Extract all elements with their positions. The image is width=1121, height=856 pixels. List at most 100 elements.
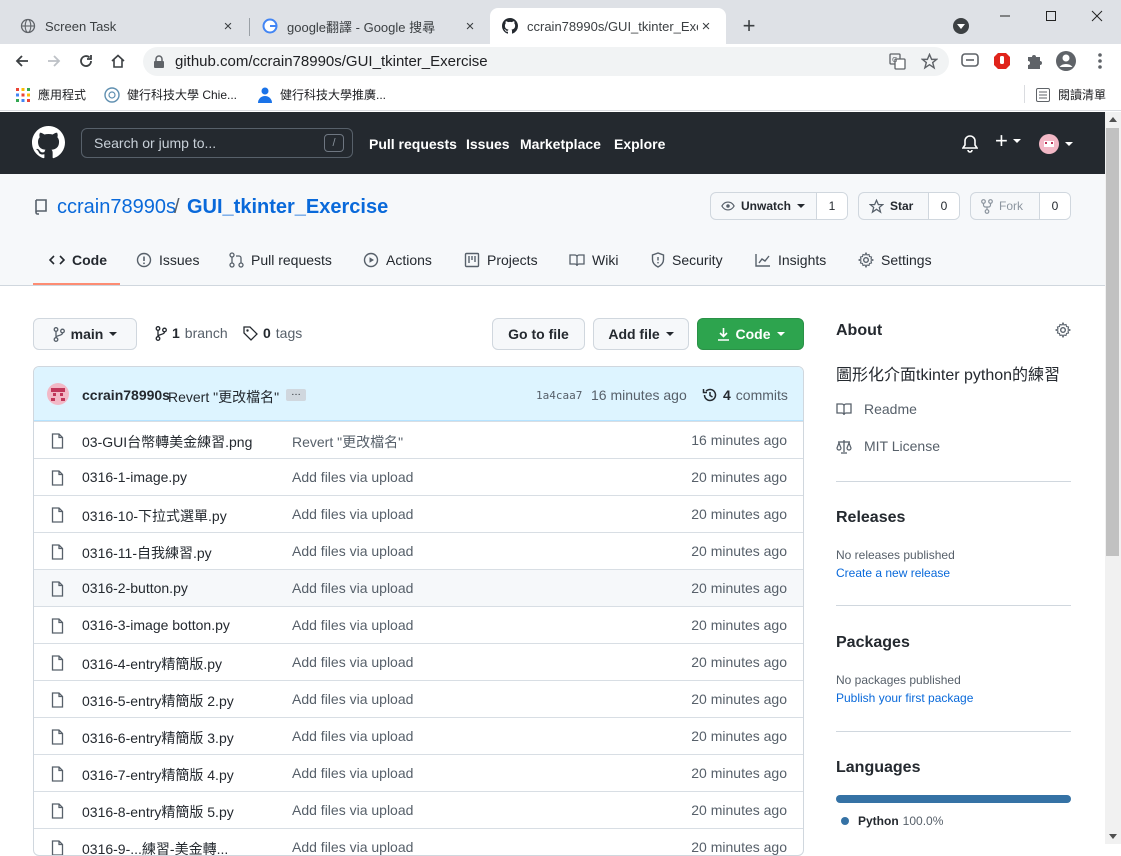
- file-row[interactable]: 0316-10-下拉式選單.py Add files via upload 20 m…: [34, 495, 803, 532]
- tab-issues[interactable]: Issues: [136, 252, 199, 268]
- file-commit-message[interactable]: Revert "更改檔名": [292, 432, 403, 452]
- go-to-file-button[interactable]: Go to file: [492, 318, 585, 350]
- tab-wiki[interactable]: Wiki: [569, 252, 618, 268]
- close-tab-icon[interactable]: ×: [698, 18, 714, 35]
- tab-actions[interactable]: Actions: [363, 252, 432, 268]
- nav-explore[interactable]: Explore: [614, 136, 665, 152]
- branch-select-button[interactable]: main: [33, 318, 137, 350]
- code-download-button[interactable]: Code: [697, 318, 804, 350]
- packages-heading[interactable]: Packages: [836, 634, 910, 652]
- file-name-link[interactable]: 0316-11-自我練習.py: [82, 543, 212, 563]
- unwatch-button[interactable]: Unwatch 1: [710, 192, 848, 220]
- file-name-link[interactable]: 0316-2-button.py: [82, 580, 188, 596]
- file-name-link[interactable]: 0316-9-...練習-美金轉...: [82, 839, 228, 855]
- github-logo-icon[interactable]: [32, 126, 65, 162]
- file-row[interactable]: 0316-1-image.py Add files via upload 20 mi…: [34, 458, 803, 495]
- branches-link[interactable]: 1 branch: [155, 325, 228, 341]
- bookmark-school-2[interactable]: 健行科技大學推廣...: [257, 86, 386, 103]
- file-row[interactable]: 0316-11-自我練習.py Add files via upload 20 mi…: [34, 532, 803, 569]
- close-tab-icon[interactable]: ×: [462, 18, 478, 35]
- minimize-button[interactable]: [985, 4, 1025, 28]
- scrollbar-thumb[interactable]: [1106, 128, 1119, 556]
- star-button[interactable]: Star 0: [858, 192, 960, 220]
- nav-marketplace[interactable]: Marketplace: [520, 136, 601, 152]
- file-row[interactable]: 0316-9-...練習-美金轉... Add files via upload 2…: [34, 828, 803, 855]
- file-commit-message[interactable]: Add files via upload: [292, 469, 413, 485]
- star-bookmark-icon[interactable]: [921, 53, 938, 70]
- tab-settings[interactable]: Settings: [858, 252, 932, 268]
- file-name-link[interactable]: 0316-10-下拉式選單.py: [82, 506, 227, 526]
- reload-button[interactable]: [73, 49, 99, 73]
- repo-name-link[interactable]: GUI_tkinter_Exercise: [187, 196, 388, 219]
- create-new-menu[interactable]: +: [995, 130, 1021, 152]
- browser-menu-button[interactable]: [1087, 49, 1113, 73]
- browser-tab-github[interactable]: ccrain78990s/GUI_tkinter_Exerc ×: [490, 8, 726, 44]
- file-row[interactable]: 0316-8-entry精簡版 5.py Add files via upload…: [34, 791, 803, 828]
- browser-tab-screen-task[interactable]: Screen Task ×: [8, 8, 248, 44]
- extension-adblock-button[interactable]: [989, 49, 1015, 73]
- file-commit-message[interactable]: Add files via upload: [292, 580, 413, 596]
- file-commit-message[interactable]: Add files via upload: [292, 728, 413, 744]
- back-button[interactable]: [9, 49, 35, 73]
- file-commit-message[interactable]: Add files via upload: [292, 839, 413, 855]
- tab-search-button[interactable]: [953, 18, 969, 34]
- repo-owner-link[interactable]: ccrain78990s: [57, 196, 176, 219]
- forward-button[interactable]: [41, 49, 67, 73]
- create-release-link[interactable]: Create a new release: [836, 566, 950, 580]
- extensions-button[interactable]: [1021, 49, 1047, 73]
- file-name-link[interactable]: 0316-3-image botton.py: [82, 617, 230, 633]
- avatar[interactable]: [47, 383, 69, 405]
- tab-code[interactable]: Code: [49, 252, 107, 268]
- license-link[interactable]: MIT License: [836, 438, 940, 454]
- file-row[interactable]: 0316-4-entry精簡版.py Add files via upload 20…: [34, 643, 803, 680]
- scroll-down-arrow-icon[interactable]: [1109, 834, 1117, 839]
- expand-commit-button[interactable]: …: [286, 388, 306, 401]
- file-row[interactable]: 0316-6-entry精簡版 3.py Add files via upload…: [34, 717, 803, 754]
- close-tab-icon[interactable]: ×: [220, 18, 236, 35]
- bookmark-apps[interactable]: 應用程式: [15, 86, 86, 103]
- new-tab-button[interactable]: +: [736, 12, 762, 40]
- nav-issues[interactable]: Issues: [466, 136, 510, 152]
- file-row[interactable]: 0316-3-image botton.py Add files via uplo…: [34, 606, 803, 643]
- commit-hash[interactable]: 1a4caa7: [536, 389, 582, 402]
- file-name-link[interactable]: 0316-6-entry精簡版 3.py: [82, 728, 234, 748]
- tab-pull-requests[interactable]: Pull requests: [229, 252, 332, 268]
- stars-count[interactable]: 0: [929, 193, 959, 219]
- close-window-button[interactable]: [1077, 4, 1117, 28]
- profile-button[interactable]: [1053, 49, 1079, 73]
- add-file-button[interactable]: Add file: [593, 318, 689, 350]
- reading-list-button[interactable]: 閱讀清單: [1035, 86, 1106, 103]
- commits-link[interactable]: 4 commits: [702, 387, 788, 403]
- commit-message[interactable]: Revert "更改檔名": [168, 387, 279, 407]
- address-bar[interactable]: github.com/ccrain78990s/GUI_tkinter_Exer…: [143, 47, 949, 76]
- file-name-link[interactable]: 03-GUI台幣轉美金練習.png: [82, 432, 252, 452]
- nav-pull-requests[interactable]: Pull requests: [369, 136, 457, 152]
- releases-heading[interactable]: Releases: [836, 509, 905, 527]
- file-commit-message[interactable]: Add files via upload: [292, 543, 413, 559]
- readme-link[interactable]: Readme: [836, 401, 917, 417]
- file-row[interactable]: 0316-7-entry精簡版 4.py Add files via upload…: [34, 754, 803, 791]
- user-menu[interactable]: [1039, 134, 1073, 154]
- bookmark-school-1[interactable]: 健行科技大學 Chie...: [104, 86, 237, 103]
- watchers-count[interactable]: 1: [817, 193, 847, 219]
- fork-button[interactable]: Fork 0: [970, 192, 1071, 220]
- browser-tab-google[interactable]: google翻譯 - Google 搜尋 ×: [250, 8, 490, 44]
- publish-package-link[interactable]: Publish your first package: [836, 691, 973, 705]
- file-name-link[interactable]: 0316-7-entry精簡版 4.py: [82, 765, 234, 785]
- extension-line-button[interactable]: [957, 49, 983, 73]
- file-commit-message[interactable]: Add files via upload: [292, 802, 413, 818]
- file-name-link[interactable]: 0316-8-entry精簡版 5.py: [82, 802, 234, 822]
- maximize-button[interactable]: [1031, 4, 1071, 28]
- tab-projects[interactable]: Projects: [464, 252, 538, 268]
- file-commit-message[interactable]: Add files via upload: [292, 506, 413, 522]
- file-commit-message[interactable]: Add files via upload: [292, 765, 413, 781]
- scroll-up-arrow-icon[interactable]: [1109, 117, 1117, 122]
- file-row[interactable]: 03-GUI台幣轉美金練習.png Revert "更改檔名" 16 minutes…: [34, 421, 803, 458]
- tags-link[interactable]: 0 tags: [243, 325, 302, 341]
- file-name-link[interactable]: 0316-5-entry精簡版 2.py: [82, 691, 234, 711]
- commit-author[interactable]: ccrain78990s: [82, 387, 170, 403]
- home-button[interactable]: [105, 49, 131, 73]
- forks-count[interactable]: 0: [1040, 193, 1070, 219]
- file-row[interactable]: 0316-5-entry精簡版 2.py Add files via upload…: [34, 680, 803, 717]
- file-commit-message[interactable]: Add files via upload: [292, 654, 413, 670]
